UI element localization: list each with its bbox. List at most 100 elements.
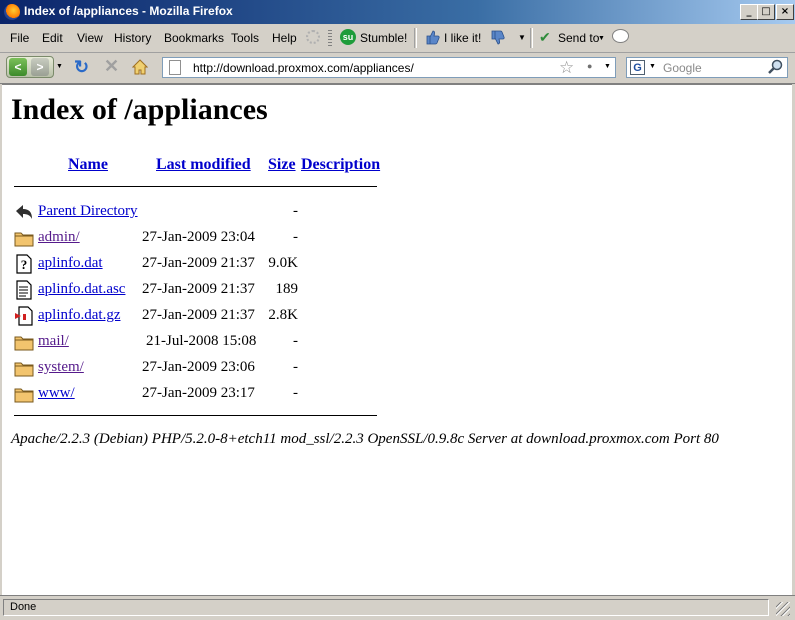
search-bar[interactable]: G ▼ Google bbox=[626, 57, 788, 78]
toolbar-separator bbox=[414, 28, 417, 48]
file-modified: 21-Jul-2008 15:08 bbox=[146, 333, 257, 349]
file-modified: 27-Jan-2009 21:37 bbox=[142, 255, 255, 271]
reload-icon[interactable]: ↻ bbox=[74, 57, 89, 77]
stop-icon[interactable]: ✕ bbox=[104, 56, 119, 76]
table-row: aplinfo.dat.asc 27-Jan-2009 21:37 189 bbox=[14, 278, 394, 304]
menu-view[interactable]: View bbox=[77, 31, 103, 45]
file-modified: 27-Jan-2009 21:37 bbox=[142, 281, 255, 297]
send-to-icon[interactable]: ✔ bbox=[539, 29, 555, 45]
file-size: - bbox=[293, 333, 298, 349]
thumbs-up-icon[interactable] bbox=[425, 29, 440, 45]
file-link[interactable]: aplinfo.dat.asc bbox=[38, 281, 125, 298]
file-link[interactable]: aplinfo.dat bbox=[38, 255, 103, 272]
file-size: 189 bbox=[275, 281, 299, 297]
home-icon[interactable] bbox=[131, 59, 149, 75]
comment-icon[interactable] bbox=[612, 29, 629, 43]
file-size: - bbox=[293, 385, 298, 401]
i-like-it-button[interactable]: I like it! bbox=[444, 31, 481, 45]
folder-icon bbox=[14, 332, 34, 352]
window-title: Index of /appliances - Mozilla Firefox bbox=[24, 4, 233, 18]
folder-icon bbox=[14, 358, 34, 378]
text-file-icon bbox=[14, 280, 34, 300]
table-row: aplinfo.dat.gz 27-Jan-2009 21:37 2.8K bbox=[14, 304, 394, 330]
throbber-icon bbox=[306, 30, 320, 44]
file-modified: 27-Jan-2009 23:17 bbox=[142, 385, 255, 401]
back-forward-group: < > bbox=[6, 56, 54, 78]
bookmark-star-icon[interactable]: ☆ bbox=[559, 58, 574, 77]
minimize-button[interactable]: _ bbox=[740, 4, 758, 20]
server-signature: Apache/2.2.3 (Debian) PHP/5.2.0-8+etch11… bbox=[11, 431, 719, 447]
table-row: ? aplinfo.dat 27-Jan-2009 21:37 9.0K bbox=[14, 252, 394, 278]
status-text: Done bbox=[10, 601, 37, 613]
file-size: - bbox=[293, 203, 298, 219]
compressed-file-icon bbox=[14, 306, 34, 326]
file-link[interactable]: aplinfo.dat.gz bbox=[38, 307, 120, 324]
file-link[interactable]: mail/ bbox=[38, 333, 69, 350]
table-row: admin/ 27-Jan-2009 23:04 - bbox=[14, 226, 394, 252]
send-to-button[interactable]: Send to bbox=[558, 31, 599, 45]
toolbar-separator bbox=[530, 28, 533, 48]
stumble-button[interactable]: Stumble! bbox=[360, 31, 407, 45]
file-size: - bbox=[293, 359, 298, 375]
menu-bar: File Edit View History Bookmarks Tools H… bbox=[0, 24, 795, 53]
back-button[interactable]: < bbox=[9, 58, 27, 76]
folder-icon bbox=[14, 384, 34, 404]
site-identity-icon[interactable]: ● bbox=[587, 61, 592, 71]
menu-bookmarks[interactable]: Bookmarks bbox=[164, 31, 224, 45]
search-icon[interactable] bbox=[767, 59, 783, 75]
status-bar: Done bbox=[0, 595, 795, 620]
page-content: Index of /appliances Name Last modified … bbox=[2, 84, 792, 595]
file-modified: 27-Jan-2009 21:37 bbox=[142, 307, 255, 323]
navigation-toolbar: < > ▼ ↻ ✕ http://download.proxmox.com/ap… bbox=[0, 53, 795, 84]
google-engine-icon[interactable]: G bbox=[630, 60, 645, 75]
stumbleupon-icon[interactable]: su bbox=[340, 29, 356, 45]
file-modified: 27-Jan-2009 23:06 bbox=[142, 359, 255, 375]
back-icon bbox=[14, 202, 34, 222]
file-size: - bbox=[293, 229, 298, 245]
chevron-down-icon[interactable]: ▼ bbox=[598, 35, 605, 42]
toolbar-grip bbox=[328, 30, 332, 46]
file-modified: 27-Jan-2009 23:04 bbox=[142, 229, 255, 245]
url-bar[interactable]: http://download.proxmox.com/appliances/ … bbox=[162, 57, 616, 78]
search-input[interactable]: Google bbox=[663, 61, 702, 75]
resize-grip[interactable] bbox=[776, 602, 790, 616]
file-size: 9.0K bbox=[268, 255, 298, 271]
table-row: www/ 27-Jan-2009 23:17 - bbox=[14, 382, 394, 408]
sort-by-size-link[interactable]: Size bbox=[268, 156, 296, 174]
sort-by-modified-link[interactable]: Last modified bbox=[156, 156, 251, 174]
close-button[interactable]: × bbox=[776, 4, 794, 20]
menu-file[interactable]: File bbox=[10, 31, 29, 45]
menu-history[interactable]: History bbox=[114, 31, 151, 45]
menu-edit[interactable]: Edit bbox=[42, 31, 63, 45]
svg-text:?: ? bbox=[21, 257, 28, 272]
url-dropdown-icon[interactable]: ▼ bbox=[604, 63, 611, 70]
file-link[interactable]: admin/ bbox=[38, 229, 80, 246]
history-dropdown-icon[interactable]: ▼ bbox=[56, 63, 63, 70]
unknown-file-icon: ? bbox=[14, 254, 34, 274]
chevron-down-icon[interactable]: ▼ bbox=[518, 33, 526, 42]
file-link[interactable]: system/ bbox=[38, 359, 84, 376]
file-size: 2.8K bbox=[268, 307, 298, 323]
table-row: system/ 27-Jan-2009 23:06 - bbox=[14, 356, 394, 382]
footer-divider bbox=[14, 415, 377, 416]
menu-tools[interactable]: Tools bbox=[231, 31, 259, 45]
url-text: http://download.proxmox.com/appliances/ bbox=[193, 61, 414, 75]
maximize-button[interactable]: □ bbox=[757, 4, 775, 20]
table-row: Parent Directory - bbox=[14, 200, 394, 226]
title-bar[interactable]: Index of /appliances - Mozilla Firefox _… bbox=[0, 0, 795, 24]
menu-help[interactable]: Help bbox=[272, 31, 297, 45]
header-divider bbox=[14, 186, 377, 187]
firefox-logo-icon bbox=[4, 4, 20, 20]
file-link[interactable]: Parent Directory bbox=[38, 203, 138, 220]
engine-dropdown-icon[interactable]: ▼ bbox=[649, 63, 656, 70]
page-favicon-icon bbox=[169, 60, 181, 75]
sort-by-name-link[interactable]: Name bbox=[68, 156, 108, 174]
file-link[interactable]: www/ bbox=[38, 385, 75, 402]
thumbs-down-icon[interactable] bbox=[490, 30, 505, 46]
status-panel: Done bbox=[3, 599, 769, 616]
forward-button[interactable]: > bbox=[31, 58, 49, 76]
table-row: mail/ 21-Jul-2008 15:08 - bbox=[14, 330, 394, 356]
page-title: Index of /appliances bbox=[11, 93, 268, 126]
folder-icon bbox=[14, 228, 34, 248]
sort-by-description-link[interactable]: Description bbox=[301, 156, 380, 174]
